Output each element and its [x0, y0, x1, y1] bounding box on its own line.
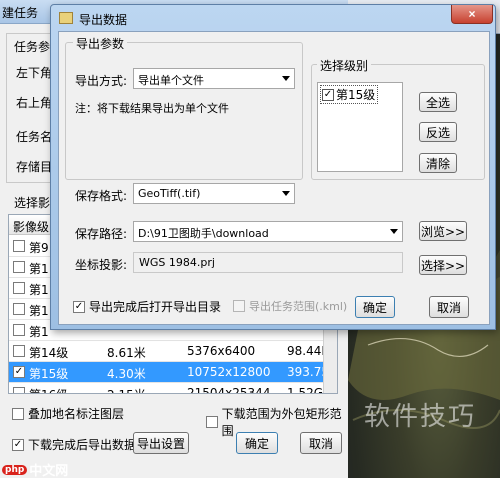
grid-row[interactable]: ✓ 第15级 4.30米 10752x12800 393.75M [9, 362, 337, 383]
chevron-down-icon [282, 191, 290, 196]
grid-row-checkbox[interactable] [13, 387, 25, 393]
logo-text: 中文网 [29, 464, 69, 478]
export-range-checkbox[interactable]: 导出任务范围(.kml) [233, 298, 347, 314]
overlay-labels-checkbox-box[interactable] [12, 407, 24, 420]
export-after-download-checkbox[interactable]: ✓ 下载完成后导出数据 [12, 436, 136, 453]
chevron-down-icon [282, 76, 290, 81]
path-value: D:\91卫图助手\download [138, 227, 269, 240]
grid-cell-size: 21504x25344 [187, 386, 271, 394]
new-task-title: 建任务 [2, 6, 39, 20]
select-all-button[interactable]: 全选 [419, 92, 457, 112]
grid-row[interactable]: 第16级 2.15米 21504x25344 1.52G [9, 383, 337, 394]
export-mode-select[interactable]: 导出单个文件 [133, 68, 295, 89]
grid-row-checkbox[interactable] [13, 345, 25, 357]
chevron-down-icon [390, 229, 398, 234]
level-legend: 选择级别 [317, 57, 372, 74]
export-data-dialog: 导出数据 × 导出参数 导出方式: 导出单个文件 注：将下载结果导出为单个文件 … [50, 4, 496, 330]
format-select[interactable]: GeoTiff(.tif) [133, 183, 295, 204]
folder-icon [59, 12, 73, 24]
export-mode-label: 导出方式: [75, 74, 128, 88]
grid-cell-file: 1.52G [287, 386, 324, 394]
projection-field: WGS 1984.prj [133, 252, 403, 273]
lower-left-label: 左下角 [16, 66, 53, 80]
open-dir-checkbox-box[interactable]: ✓ [73, 300, 85, 313]
grid-row-checkbox[interactable]: ✓ [13, 366, 25, 378]
level-item-15[interactable]: ✓ 第15级 [320, 85, 379, 104]
close-icon[interactable]: × [451, 5, 493, 24]
grid-cell-res: 8.61米 [107, 346, 146, 360]
select-imagery-label: 选择影 [14, 196, 51, 210]
grid-row-checkbox[interactable] [13, 261, 25, 273]
open-dir-checkbox[interactable]: ✓ 导出完成后打开导出目录 [73, 298, 221, 315]
format-label: 保存格式: [75, 189, 128, 203]
grid-cell-level: 第9 [29, 241, 49, 255]
logo-badge: php [2, 464, 28, 475]
overlay-labels-checkbox-label: 叠加地名标注图层 [28, 407, 125, 421]
projection-label: 坐标投影: [75, 258, 128, 272]
projection-value: WGS 1984.prj [139, 256, 215, 269]
export-after-download-checkbox-box[interactable]: ✓ [12, 438, 24, 451]
grid-cell-level: 第15级 [29, 367, 69, 381]
open-dir-checkbox-label: 导出完成后打开导出目录 [89, 300, 222, 314]
grid-cell-res: 2.15米 [107, 386, 146, 393]
format-value: GeoTiff(.tif) [138, 187, 201, 200]
level-list[interactable]: ✓ 第15级 [317, 82, 403, 172]
path-select[interactable]: D:\91卫图助手\download [133, 221, 403, 242]
grid-row[interactable]: 第14级 8.61米 5376x6400 98.44M [9, 341, 337, 362]
level-item-15-label: 第15级 [336, 88, 376, 102]
invert-selection-button[interactable]: 反选 [419, 122, 457, 142]
export-mode-value: 导出单个文件 [138, 74, 204, 87]
grid-cell-size: 10752x12800 [187, 365, 271, 379]
grid-cell-res: 4.30米 [107, 367, 146, 381]
grid-row-checkbox[interactable] [13, 303, 25, 315]
export-mode-note: 注：将下载结果导出为单个文件 [75, 102, 229, 115]
overlay-labels-checkbox[interactable]: 叠加地名标注图层 [12, 405, 124, 422]
watermark-text: 软件技巧 [364, 402, 477, 432]
grid-cell-level: 第14级 [29, 346, 69, 360]
upper-right-label: 右上角 [16, 96, 53, 110]
grid-header-level: 影像级 [13, 220, 50, 234]
path-label: 保存路径: [75, 227, 128, 241]
level-item-15-checkbox[interactable]: ✓ [322, 88, 334, 101]
grid-cell-level: 第1 [29, 262, 49, 276]
grid-cell-level: 第1 [29, 304, 49, 318]
grid-cell-level: 第16级 [29, 386, 68, 393]
grid-cell-level: 第1 [29, 283, 49, 297]
boundary-checkbox-box[interactable] [206, 416, 218, 428]
select-projection-button[interactable]: 选择>> [419, 255, 467, 275]
export-range-checkbox-box[interactable] [233, 300, 245, 312]
clear-selection-button[interactable]: 清除 [419, 153, 457, 173]
dialog-cancel-button[interactable]: 取消 [429, 296, 469, 318]
dialog-body: 导出参数 导出方式: 导出单个文件 注：将下载结果导出为单个文件 选择级别 ✓ … [58, 31, 490, 325]
export-settings-button[interactable]: 导出设置 [133, 432, 189, 454]
storage-dir-label: 存储目 [16, 160, 53, 174]
grid-cell-size: 5376x6400 [187, 344, 256, 358]
grid-row-checkbox[interactable] [13, 240, 25, 252]
site-logo: php 中文网 [2, 460, 68, 478]
task-name-label: 任务名 [16, 130, 53, 144]
dialog-ok-button[interactable]: 确定 [355, 296, 395, 318]
export-params-legend: 导出参数 [73, 35, 128, 52]
task-params-label: 任务参 [14, 40, 51, 54]
export-range-checkbox-label: 导出任务范围(.kml) [249, 300, 348, 313]
browse-button[interactable]: 浏览>> [419, 221, 467, 241]
task-cancel-button[interactable]: 取消 [300, 432, 342, 454]
grid-row-checkbox[interactable] [13, 282, 25, 294]
export-after-download-checkbox-label: 下载完成后导出数据 [28, 438, 137, 452]
grid-cell-level: 第1 [29, 325, 49, 339]
task-ok-button[interactable]: 确定 [236, 432, 278, 454]
dialog-title: 导出数据 [79, 13, 128, 27]
grid-row-checkbox[interactable] [13, 324, 25, 336]
